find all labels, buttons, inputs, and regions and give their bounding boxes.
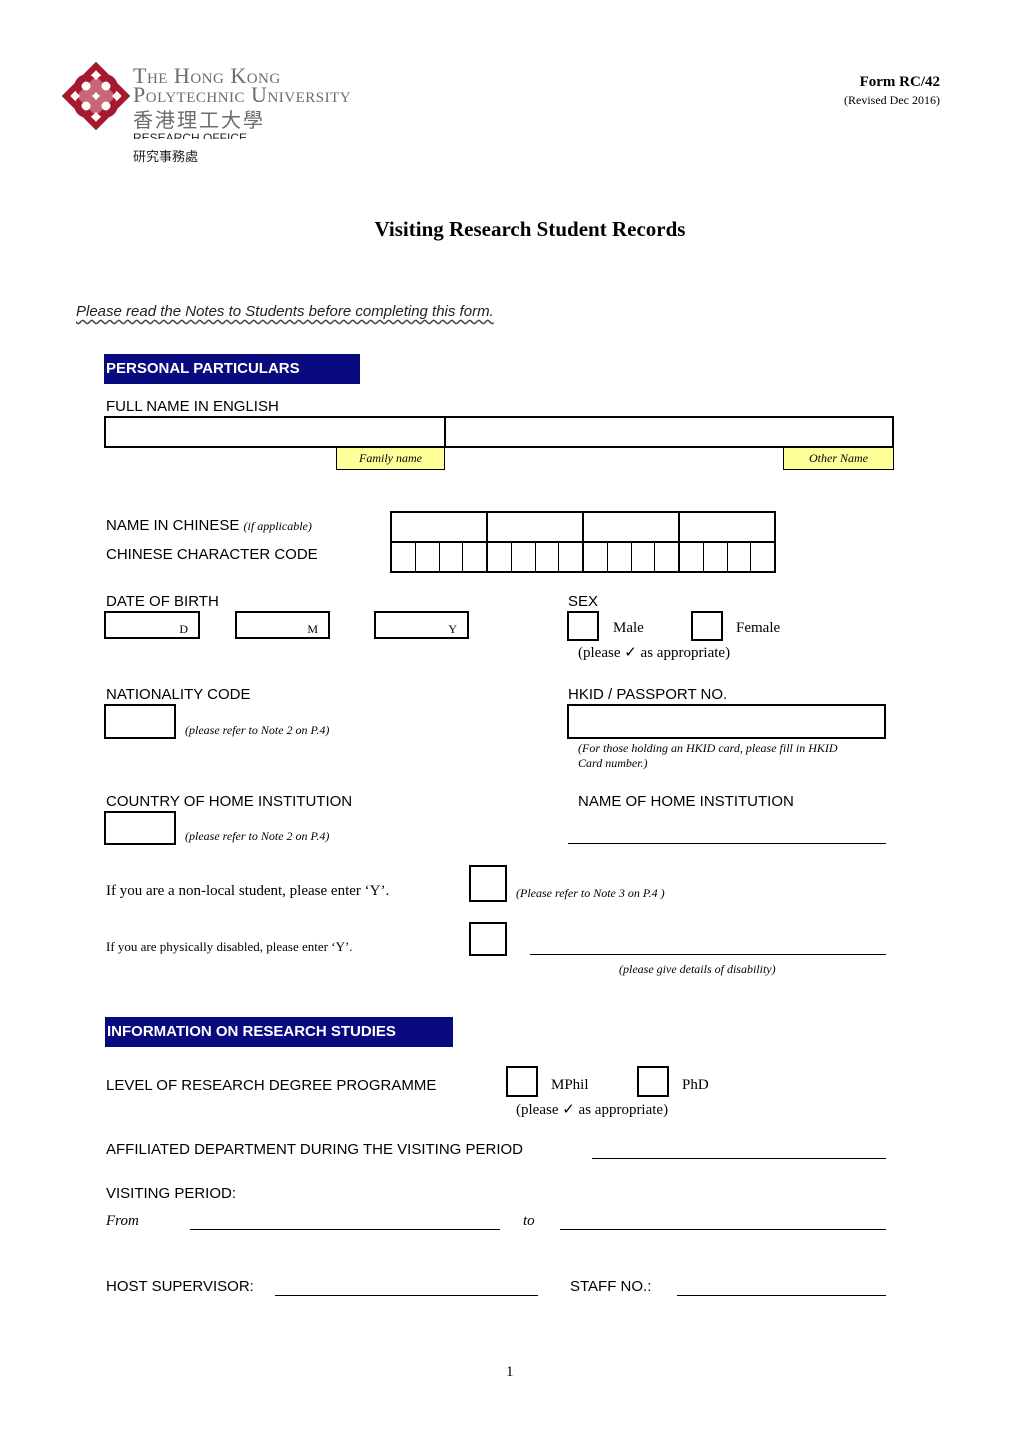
country-note: (please refer to Note 2 on P.4): [185, 829, 330, 843]
visiting-period-label: VISITING PERIOD:: [106, 1185, 237, 1202]
disabled-field[interactable]: [469, 922, 507, 956]
nationality-note: (please refer to Note 2 on P.4): [185, 723, 330, 737]
code-digit-field[interactable]: [632, 543, 656, 571]
chinese-char-field[interactable]: [392, 513, 488, 541]
code-digit-field[interactable]: [608, 543, 632, 571]
institution-name-field[interactable]: [568, 843, 886, 844]
nonlocal-field[interactable]: [469, 865, 507, 902]
disabled-label: If you are physically disabled, please e…: [106, 939, 353, 954]
full-name-table: [104, 416, 894, 448]
hkid-label: HKID / PASSPORT NO.: [568, 686, 728, 703]
from-label: From: [106, 1213, 139, 1229]
phd-checkbox[interactable]: [637, 1066, 669, 1097]
section-header-research: INFORMATION ON RESEARCH STUDIES: [105, 1017, 453, 1047]
page-title: Visiting Research Student Records: [374, 217, 686, 241]
dob-month-letter: M: [307, 622, 318, 636]
level-hint: (please ✓ as appropriate): [516, 1102, 669, 1118]
disability-note: (please give details of disability): [619, 962, 776, 976]
polyu-logo-icon: [62, 62, 130, 130]
code-digit-field[interactable]: [704, 543, 728, 571]
chinese-code-label: CHINESE CHARACTER CODE: [106, 546, 318, 563]
mphil-label: MPhil: [551, 1077, 589, 1093]
country-code-field[interactable]: [104, 811, 176, 845]
other-name-field[interactable]: [446, 418, 892, 446]
country-label: COUNTRY OF HOME INSTITUTION: [106, 793, 353, 810]
dob-month-field[interactable]: M: [235, 611, 330, 639]
department-name-en: RESEARCH OFFICE: [133, 131, 248, 139]
sex-hint: (please ✓ as appropriate): [578, 645, 731, 661]
code-digit-field[interactable]: [463, 543, 488, 571]
code-digit-field[interactable]: [655, 543, 680, 571]
dob-year-letter: Y: [448, 622, 457, 636]
sex-male-label: Male: [613, 620, 644, 636]
code-digit-field[interactable]: [680, 543, 704, 571]
disability-details-field[interactable]: [530, 954, 886, 955]
chinese-char-field[interactable]: [488, 513, 584, 541]
chinese-name-hint: (if applicable): [243, 519, 312, 533]
mphil-checkbox[interactable]: [506, 1066, 538, 1097]
sex-male-checkbox[interactable]: [567, 611, 599, 641]
staff-no-label: STAFF NO.:: [570, 1278, 652, 1295]
chinese-name-row: [392, 513, 774, 543]
hkid-passport-field[interactable]: [567, 704, 886, 739]
nationality-label: NATIONALITY CODE: [106, 686, 251, 703]
instructions-link[interactable]: Please read the Notes to Students before…: [76, 303, 494, 320]
dob-day-field[interactable]: D: [104, 611, 200, 639]
dob-label: DATE OF BIRTH: [106, 593, 219, 610]
chinese-char-field[interactable]: [584, 513, 680, 541]
code-digit-field[interactable]: [488, 543, 512, 571]
department-field[interactable]: [592, 1158, 886, 1159]
revision-date: (Revised Dec 2016): [844, 93, 940, 107]
chinese-name-label-text: NAME IN CHINESE: [106, 517, 240, 534]
code-digit-field[interactable]: [728, 543, 752, 571]
code-digit-field[interactable]: [584, 543, 608, 571]
period-from-field[interactable]: [190, 1229, 500, 1230]
chinese-name-grid: [390, 511, 776, 573]
institution-label: NAME OF HOME INSTITUTION: [578, 793, 794, 810]
family-name-field[interactable]: [106, 418, 446, 446]
code-digit-field[interactable]: [559, 543, 584, 571]
code-digit-field[interactable]: [536, 543, 560, 571]
code-digit-field[interactable]: [751, 543, 774, 571]
nonlocal-note: (Please refer to Note 3 on P.4 ): [516, 886, 665, 900]
code-digit-field[interactable]: [392, 543, 416, 571]
nationality-code-field[interactable]: [104, 704, 176, 739]
department-name-zh: 研究事務處: [133, 150, 199, 165]
hkid-note-line1: (For those holding an HKID card, please …: [578, 741, 838, 755]
chinese-char-field[interactable]: [680, 513, 774, 541]
family-name-tag: Family name: [336, 448, 445, 470]
form-number: Form RC/42: [859, 74, 940, 90]
sex-female-checkbox[interactable]: [691, 611, 723, 641]
to-label: to: [523, 1213, 535, 1229]
dob-year-field[interactable]: Y: [374, 611, 469, 639]
department-label: AFFILIATED DEPARTMENT DURING THE VISITIN…: [106, 1141, 523, 1158]
chinese-code-row: [392, 543, 774, 571]
supervisor-field[interactable]: [275, 1295, 538, 1296]
page-number: 1: [506, 1364, 514, 1380]
level-label: LEVEL OF RESEARCH DEGREE PROGRAMME: [106, 1077, 437, 1094]
code-digit-field[interactable]: [440, 543, 464, 571]
full-name-label: FULL NAME IN ENGLISH: [106, 398, 279, 415]
section-header-personal: PERSONAL PARTICULARS: [104, 354, 360, 384]
chinese-name-label: NAME IN CHINESE (if applicable): [106, 517, 312, 534]
phd-label: PhD: [682, 1077, 709, 1093]
supervisor-label: HOST SUPERVISOR:: [106, 1278, 254, 1295]
nonlocal-label: If you are a non-local student, please e…: [106, 883, 390, 899]
period-to-field[interactable]: [560, 1229, 886, 1230]
hkid-note-line2: Card number.): [578, 756, 648, 770]
code-digit-field[interactable]: [512, 543, 536, 571]
code-digit-field[interactable]: [416, 543, 440, 571]
sex-female-label: Female: [736, 620, 781, 636]
sex-label: SEX: [568, 593, 599, 610]
dob-day-letter: D: [179, 622, 188, 636]
staff-no-field[interactable]: [677, 1295, 886, 1296]
other-name-tag: Other Name: [783, 448, 894, 470]
